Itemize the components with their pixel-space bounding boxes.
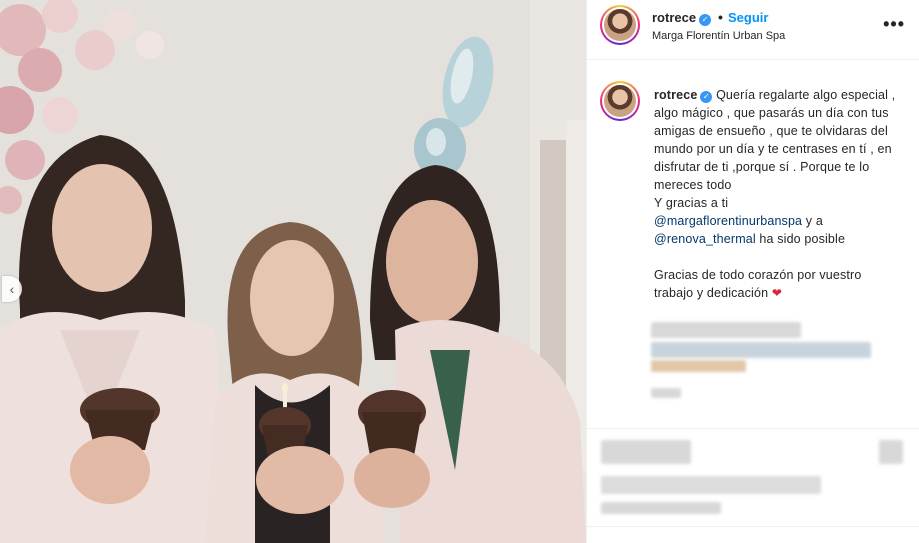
- caption-username[interactable]: rotrece ✓: [654, 88, 713, 103]
- caption-thanks: Y gracias a ti: [654, 196, 729, 210]
- caption-possible: ha sido posible: [755, 232, 846, 246]
- avatar-image: [604, 9, 636, 41]
- header-username: rotrece: [652, 10, 697, 25]
- caption-body: Quería regalarte algo especial , algo má…: [654, 88, 896, 192]
- avatar[interactable]: [600, 5, 640, 45]
- actions-divider: [587, 428, 919, 429]
- caption-avatar[interactable]: [600, 81, 640, 121]
- redacted-comment-line-1: [651, 322, 801, 338]
- post-photo[interactable]: ‹: [0, 0, 586, 543]
- redacted-comment-line-2: [651, 342, 871, 358]
- chevron-left-icon: ‹: [9, 281, 15, 297]
- verified-badge-icon: ✓: [699, 14, 712, 26]
- caption-connector: y a: [802, 214, 823, 228]
- follow-button[interactable]: Seguir: [728, 10, 768, 25]
- separator-dot: •: [718, 9, 723, 25]
- redacted-save-icon: [879, 440, 903, 464]
- caption-text: rotrece ✓ Quería regalarte algo especial …: [654, 86, 904, 302]
- more-options-icon[interactable]: •••: [883, 14, 905, 35]
- mention-renova-thermal[interactable]: @renova_thermal: [654, 232, 756, 246]
- caption-avatar-image: [604, 85, 636, 117]
- header-username-link[interactable]: rotrece ✓: [652, 10, 712, 26]
- redacted-date: [601, 502, 721, 514]
- caption-username-text: rotrece: [654, 88, 698, 102]
- redacted-comment-line-4: [651, 388, 681, 398]
- redacted-comment-line-3: [651, 360, 746, 372]
- verified-badge-icon: ✓: [700, 91, 713, 103]
- post-side-panel: rotrece ✓ • Seguir Marga Florentín Urban …: [586, 0, 919, 543]
- photo-illustration: [0, 0, 586, 543]
- heart-emoji-icon: ❤: [771, 286, 783, 300]
- location-link[interactable]: Marga Florentín Urban Spa: [652, 30, 785, 42]
- redacted-action-icons: [601, 440, 691, 464]
- mention-margaflorentinurbanspa[interactable]: @margaflorentinurbanspa: [654, 214, 802, 228]
- comment-input-divider: [587, 526, 919, 527]
- caption-gratitude: Gracias de todo corazón por vuestro trab…: [654, 268, 862, 300]
- post-header: rotrece ✓ • Seguir Marga Florentín Urban …: [587, 0, 919, 60]
- redacted-likes: [601, 476, 821, 494]
